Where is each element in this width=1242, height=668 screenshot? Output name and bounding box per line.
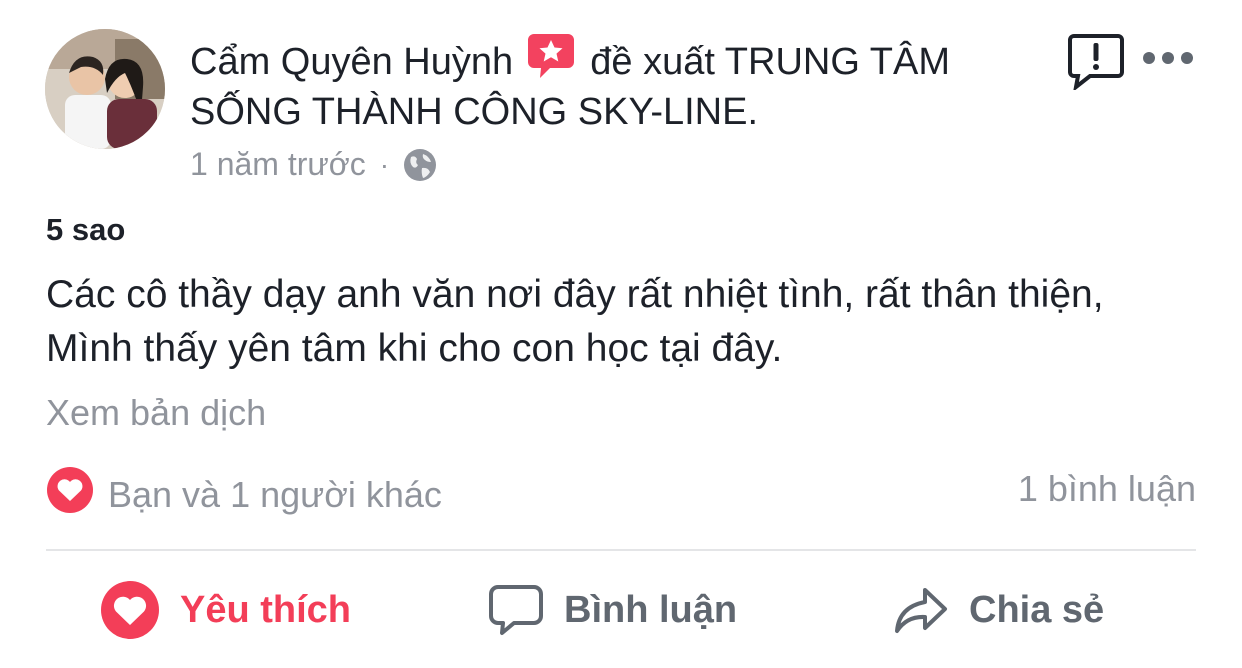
more-options-icon[interactable] [1142, 50, 1194, 66]
globe-icon [403, 148, 437, 182]
comments-count[interactable]: 1 bình luận [1018, 468, 1196, 510]
reactions-summary[interactable]: Bạn và 1 người khác [46, 466, 442, 523]
post-time[interactable]: 1 năm trước [190, 146, 366, 183]
comment-button[interactable]: Bình luận [488, 578, 737, 642]
post-meta: 1 năm trước · [190, 146, 437, 183]
divider [46, 549, 1196, 551]
recommend-star-icon [527, 32, 574, 80]
share-button[interactable]: Chia sẻ [893, 578, 1104, 642]
heart-icon [101, 581, 159, 639]
comment-label: Bình luận [564, 588, 738, 631]
like-button[interactable]: Yêu thích [100, 578, 351, 642]
review-text: Các cô thầy dạy anh văn nơi đây rất nhiệ… [46, 273, 1104, 370]
report-icon[interactable] [1066, 32, 1126, 92]
post-header: Cẩm Quyên Huỳnh đề xuất TRUNG TÂM SỐNG T… [190, 32, 1050, 137]
rating-label: 5 sao [46, 212, 126, 247]
like-label: Yêu thích [180, 588, 352, 631]
share-label: Chia sẻ [969, 588, 1105, 631]
love-reaction-icon [46, 466, 108, 523]
meta-separator: · [379, 148, 390, 180]
comment-bubble-icon [489, 585, 543, 635]
share-arrow-icon [895, 588, 947, 633]
author-name[interactable]: Cẩm Quyên Huỳnh [190, 41, 513, 83]
reactions-text: Bạn và 1 người khác [108, 473, 442, 515]
translate-link[interactable]: Xem bản dịch [46, 392, 266, 434]
avatar[interactable] [45, 29, 165, 149]
